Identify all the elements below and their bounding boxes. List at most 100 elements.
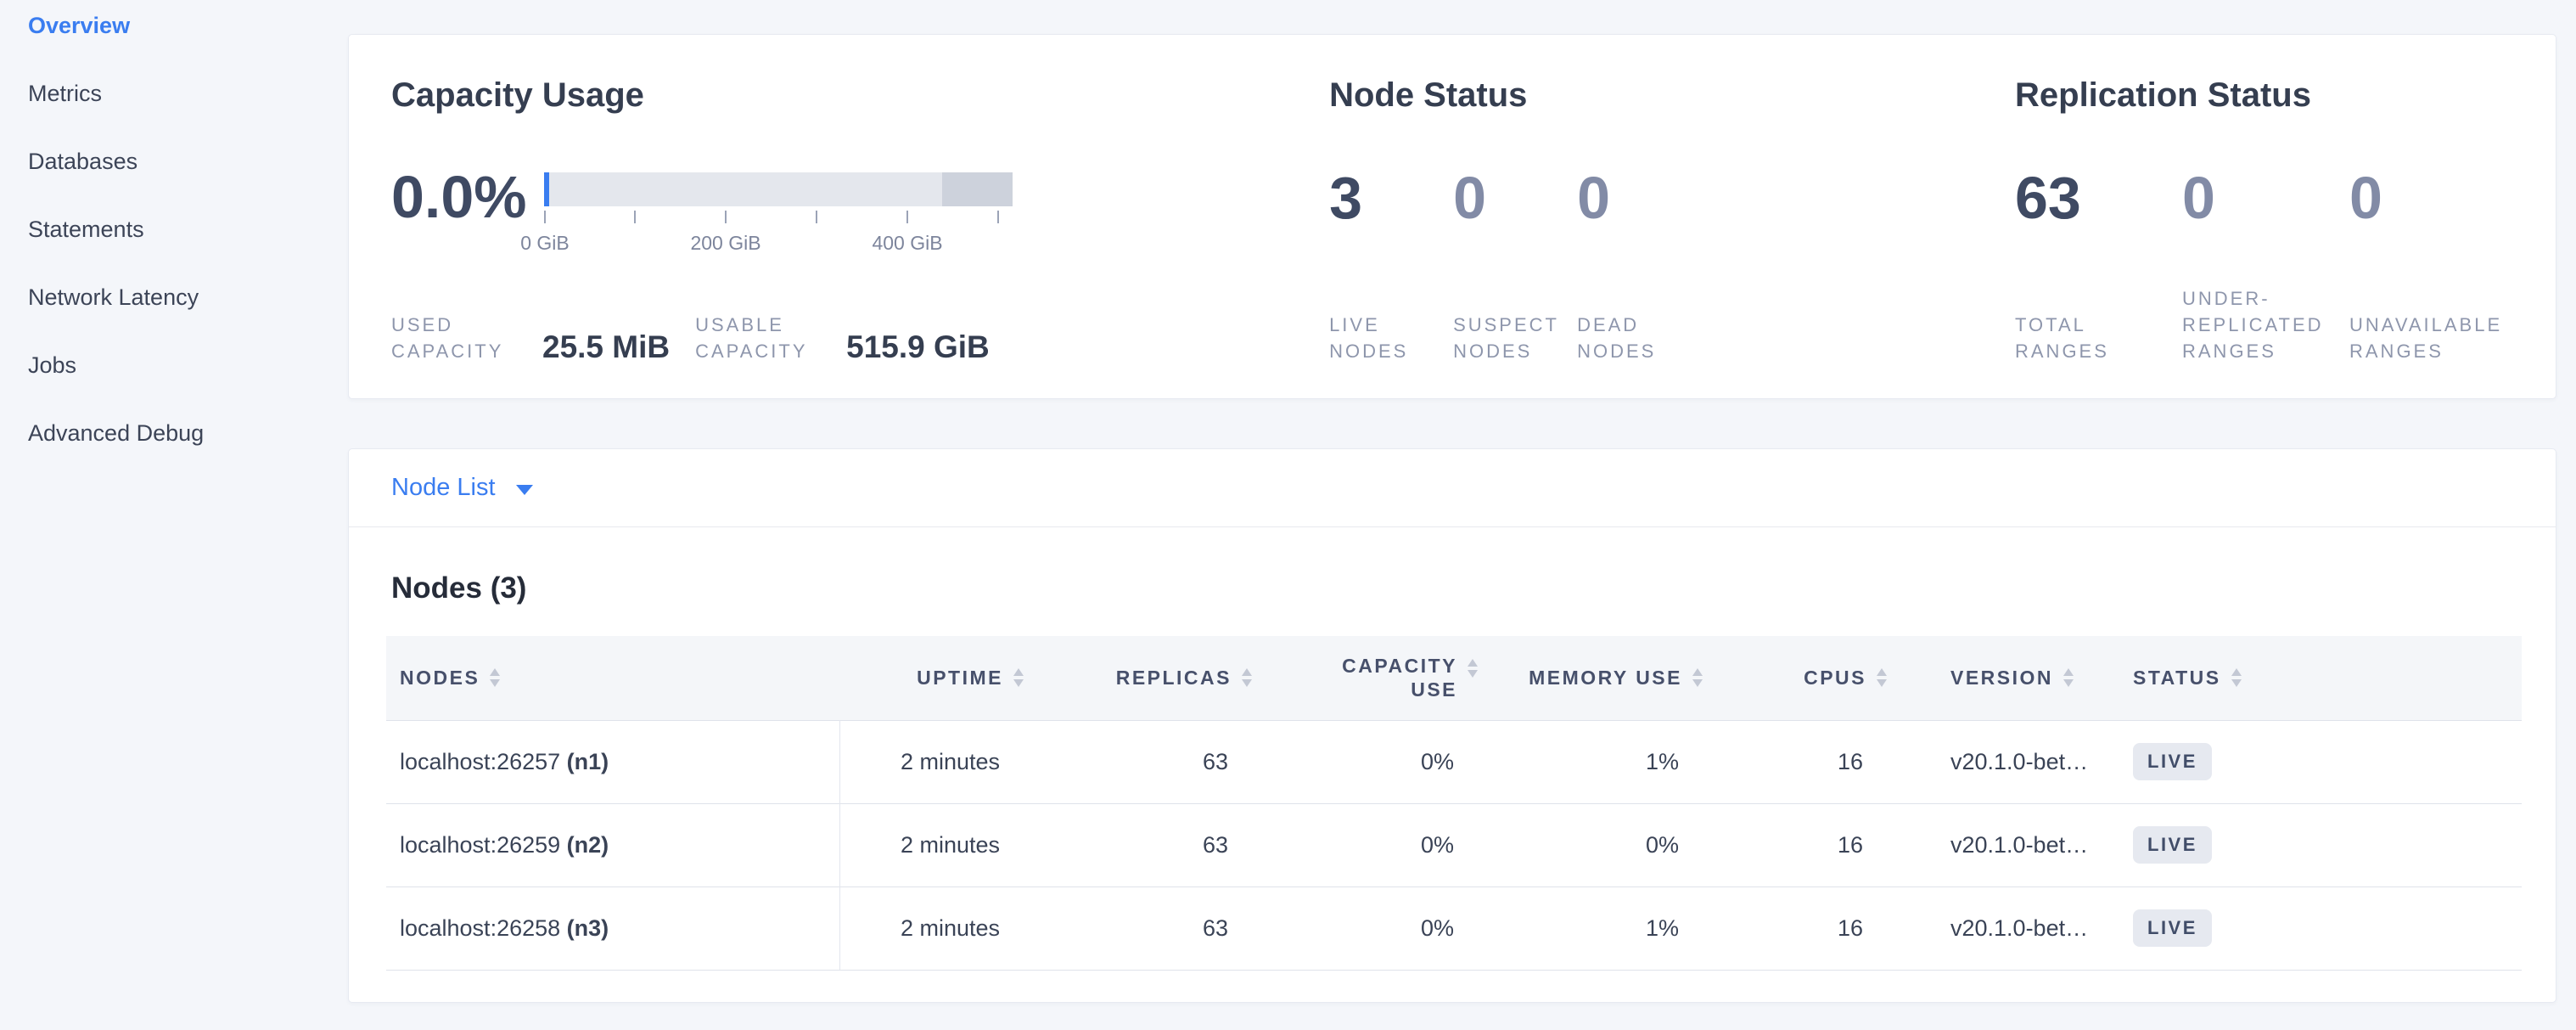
status-cell: LIVE xyxy=(2114,720,2522,803)
capacity-usage-section: Capacity Usage 0.0% 0 GiB 200 GiB 400 Gi… xyxy=(391,76,1329,359)
used-capacity-value: 25.5 MiB xyxy=(542,330,670,364)
capacity-bar-chart: 0 GiB 200 GiB 400 GiB xyxy=(544,172,1013,262)
axis-label-400gib: 400 GiB xyxy=(872,232,942,255)
column-header-uptime[interactable]: UPTIME xyxy=(839,636,1041,720)
column-label: NODES xyxy=(400,666,480,689)
chevron-down-icon xyxy=(516,485,533,495)
status-badge: LIVE xyxy=(2133,909,2212,947)
node-address: localhost:26258 xyxy=(400,915,560,941)
capacity-usable-segment xyxy=(549,172,942,206)
suspect-nodes-stat: 0 SUSPECT NODES xyxy=(1453,167,1577,364)
column-label: REPLICAS xyxy=(1116,666,1232,689)
cpus-cell: 16 xyxy=(1720,886,1904,970)
axis-tick xyxy=(816,211,817,223)
sidebar-item-network-latency[interactable]: Network Latency xyxy=(28,284,199,311)
node-id: (n3) xyxy=(567,915,609,941)
sidebar-item-databases[interactable]: Databases xyxy=(28,148,137,175)
sidebar-item-jobs[interactable]: Jobs xyxy=(28,352,76,379)
under-replicated-ranges-value: 0 xyxy=(2182,167,2349,228)
status-cell: LIVE xyxy=(2114,803,2522,886)
column-label: CAPACITY USE xyxy=(1342,654,1457,701)
node-list-card: Node List Nodes (3) NODES UPTIME xyxy=(348,448,2556,1003)
unavailable-ranges-value: 0 xyxy=(2349,167,2517,228)
view-selector-label: Node List xyxy=(391,474,496,502)
sidebar-item-advanced-debug[interactable]: Advanced Debug xyxy=(28,419,204,447)
sidebar-item-metrics[interactable]: Metrics xyxy=(28,80,102,107)
status-badge: LIVE xyxy=(2133,743,2212,780)
suspect-nodes-value: 0 xyxy=(1453,167,1577,228)
table-header-row: NODES UPTIME REPLICAS CAPACITY USE MEMOR… xyxy=(386,636,2522,720)
memory-use-cell: 1% xyxy=(1495,886,1720,970)
column-header-version[interactable]: VERSION xyxy=(1904,636,2114,720)
node-status-section: Node Status 3 LIVE NODES 0 SUSPECT NODES… xyxy=(1329,76,2015,359)
cluster-summary-card: Capacity Usage 0.0% 0 GiB 200 GiB 400 Gi… xyxy=(348,34,2556,399)
node-address-cell[interactable]: localhost:26257 (n1) xyxy=(386,720,839,803)
table-row: localhost:26257 (n1) 2 minutes 63 0% 1% … xyxy=(386,720,2522,803)
axis-label-200gib: 200 GiB xyxy=(690,232,760,255)
node-status-title: Node Status xyxy=(1329,76,2015,115)
sidebar-item-statements[interactable]: Statements xyxy=(28,216,144,243)
axis-tick xyxy=(906,211,908,223)
table-row: localhost:26259 (n2) 2 minutes 63 0% 0% … xyxy=(386,803,2522,886)
node-id: (n1) xyxy=(567,749,609,774)
usable-capacity-value: 515.9 GiB xyxy=(846,330,990,364)
column-label: STATUS xyxy=(2133,666,2221,689)
replication-status-title: Replication Status xyxy=(2015,76,2517,115)
capacity-usage-title: Capacity Usage xyxy=(391,76,1329,115)
dead-nodes-value: 0 xyxy=(1577,167,1701,228)
uptime-cell: 2 minutes xyxy=(839,886,1041,970)
axis-tick xyxy=(725,211,727,223)
axis-label-0gib: 0 GiB xyxy=(520,232,570,255)
column-header-capacity-use[interactable]: CAPACITY USE xyxy=(1269,636,1495,720)
sort-icon xyxy=(2063,668,2074,687)
node-address: localhost:26259 xyxy=(400,832,560,858)
nodes-content: Nodes (3) NODES UPTIME REPLICAS xyxy=(349,570,2556,971)
suspect-nodes-label: SUSPECT NODES xyxy=(1453,312,1577,364)
memory-use-cell: 0% xyxy=(1495,803,1720,886)
used-capacity-stat: USED CAPACITY 25.5 MiB xyxy=(391,312,670,364)
axis-tick xyxy=(634,211,636,223)
live-nodes-label: LIVE NODES xyxy=(1329,312,1453,364)
uptime-cell: 2 minutes xyxy=(839,803,1041,886)
column-header-memory-use[interactable]: MEMORY USE xyxy=(1495,636,1720,720)
view-selector-bar: Node List xyxy=(349,449,2556,527)
under-replicated-ranges-stat: 0 UNDER- REPLICATED RANGES xyxy=(2182,167,2349,364)
column-label: MEMORY USE xyxy=(1529,666,1682,689)
view-selector-dropdown[interactable]: Node List xyxy=(391,474,533,502)
unavailable-ranges-stat: 0 UNAVAILABLE RANGES xyxy=(2349,167,2517,364)
replicas-cell: 63 xyxy=(1041,720,1269,803)
node-address: localhost:26257 xyxy=(400,749,560,774)
column-header-replicas[interactable]: REPLICAS xyxy=(1041,636,1269,720)
capacity-used-segment xyxy=(544,172,549,206)
status-cell: LIVE xyxy=(2114,886,2522,970)
replication-status-section: Replication Status 63 TOTAL RANGES 0 UND… xyxy=(2015,76,2517,359)
column-label: VERSION xyxy=(1950,666,2053,689)
sidebar-item-overview[interactable]: Overview xyxy=(28,12,130,39)
column-header-cpus[interactable]: CPUS xyxy=(1720,636,1904,720)
capacity-other-segment xyxy=(942,172,1013,206)
sidebar: Overview Metrics Databases Statements Ne… xyxy=(28,12,334,487)
node-address-cell[interactable]: localhost:26258 (n3) xyxy=(386,886,839,970)
version-cell: v20.1.0-bet… xyxy=(1904,720,2114,803)
axis-tick xyxy=(997,211,999,223)
used-capacity-label: USED CAPACITY xyxy=(391,312,520,364)
node-address-cell[interactable]: localhost:26259 (n2) xyxy=(386,803,839,886)
column-label: UPTIME xyxy=(917,666,1003,689)
sort-icon xyxy=(1013,668,1024,687)
cpus-cell: 16 xyxy=(1720,803,1904,886)
sort-icon xyxy=(2231,668,2242,687)
live-nodes-value: 3 xyxy=(1329,167,1453,228)
capacity-use-cell: 0% xyxy=(1269,886,1495,970)
capacity-use-cell: 0% xyxy=(1269,720,1495,803)
sort-icon xyxy=(1242,668,1252,687)
column-header-status[interactable]: STATUS xyxy=(2114,636,2522,720)
unavailable-ranges-label: UNAVAILABLE RANGES xyxy=(2349,312,2517,364)
total-ranges-label: TOTAL RANGES xyxy=(2015,312,2182,364)
replicas-cell: 63 xyxy=(1041,886,1269,970)
version-cell: v20.1.0-bet… xyxy=(1904,886,2114,970)
column-header-nodes[interactable]: NODES xyxy=(386,636,839,720)
sort-icon xyxy=(490,668,500,687)
usable-capacity-label: USABLE CAPACITY xyxy=(695,312,824,364)
uptime-cell: 2 minutes xyxy=(839,720,1041,803)
memory-use-cell: 1% xyxy=(1495,720,1720,803)
